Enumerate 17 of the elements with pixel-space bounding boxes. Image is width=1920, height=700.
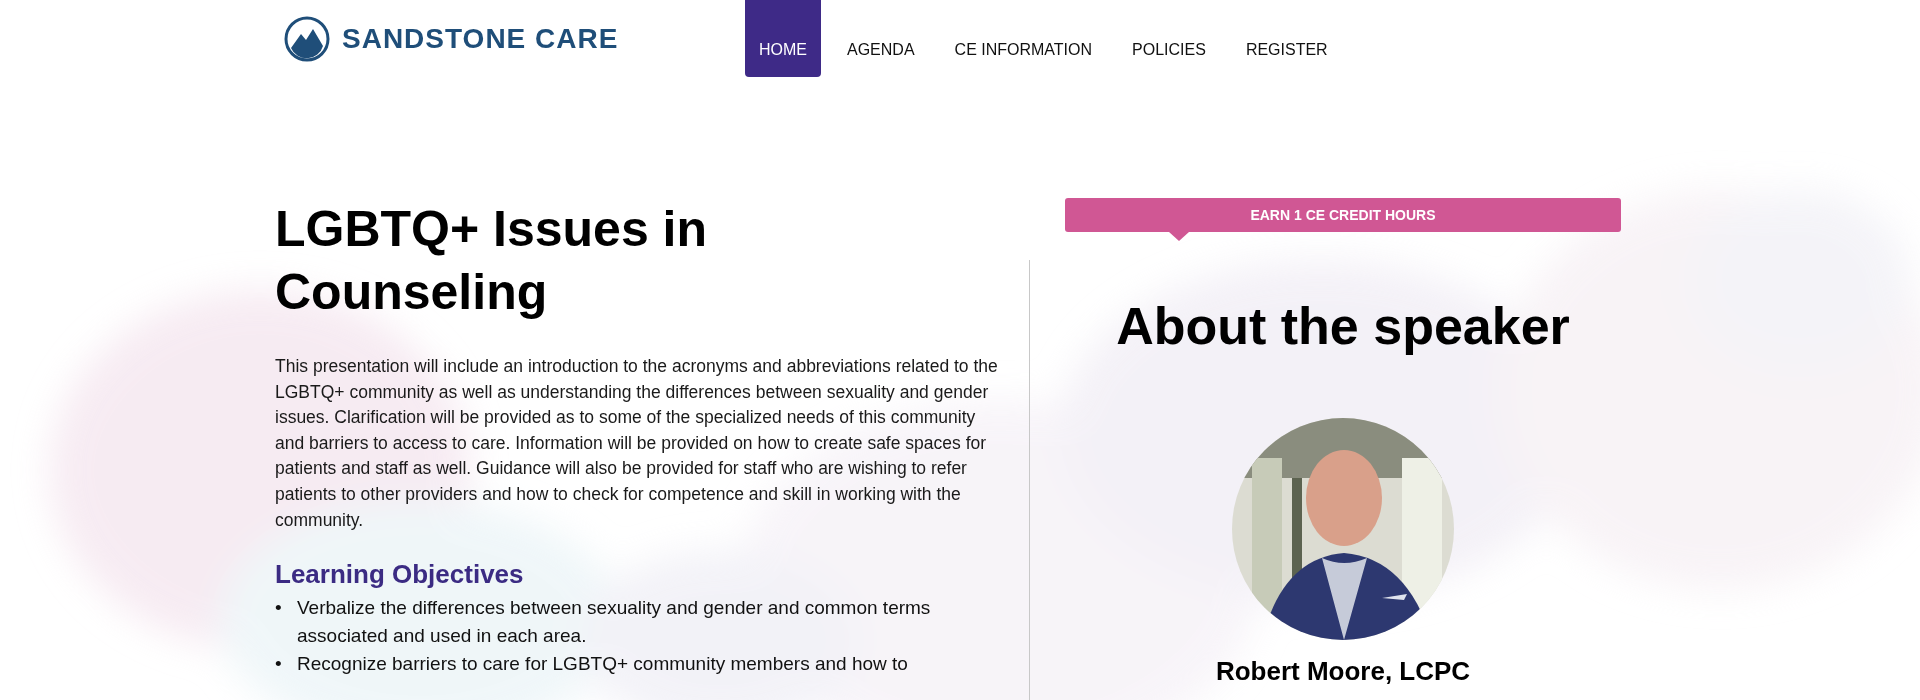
logo-text: SANDSTONE CARE <box>342 23 619 55</box>
section-heading: Learning Objectives <box>275 559 524 591</box>
objective-item: Recognize barriers to care for LGBTQ+ community members and how to <box>297 652 908 677</box>
objective-item: Verbalize the differences between sexuality and gender and common terms associated and used in each area. <box>297 596 932 649</box>
nav-link[interactable]: AGENDA <box>833 0 929 77</box>
course-title: LGBTQ+ Issues in Counseling <box>275 200 709 322</box>
section-heading: About the speaker <box>1116 296 1570 356</box>
mountain-logo-icon <box>284 16 330 62</box>
course-description: This presentation will include an introduction to the acronyms and abbreviations related to the LGBTQ+ community as well as understanding the differences between sexuality and gender issues. Clarification will be provided as to some of the specialized needs of this community and barriers to access to care. Information will be provided on how to create safe spaces for patients and staff as well. Guidance will also be provided for staff who are wishing to refer patients to other providers and how to check for competence and skill in working with the community. <box>275 355 999 532</box>
bullet: • <box>275 652 283 677</box>
bullet: • <box>275 596 283 621</box>
nav-link[interactable]: CE INFORMATION <box>940 0 1107 77</box>
badge-pointer-icon <box>1169 232 1189 242</box>
nav-link[interactable]: REGISTER <box>1231 0 1342 77</box>
nav-link[interactable]: POLICIES <box>1118 0 1220 77</box>
nav-link[interactable]: HOME <box>745 0 821 77</box>
speaker-name: Robert Moore, LCPC <box>1215 656 1471 687</box>
